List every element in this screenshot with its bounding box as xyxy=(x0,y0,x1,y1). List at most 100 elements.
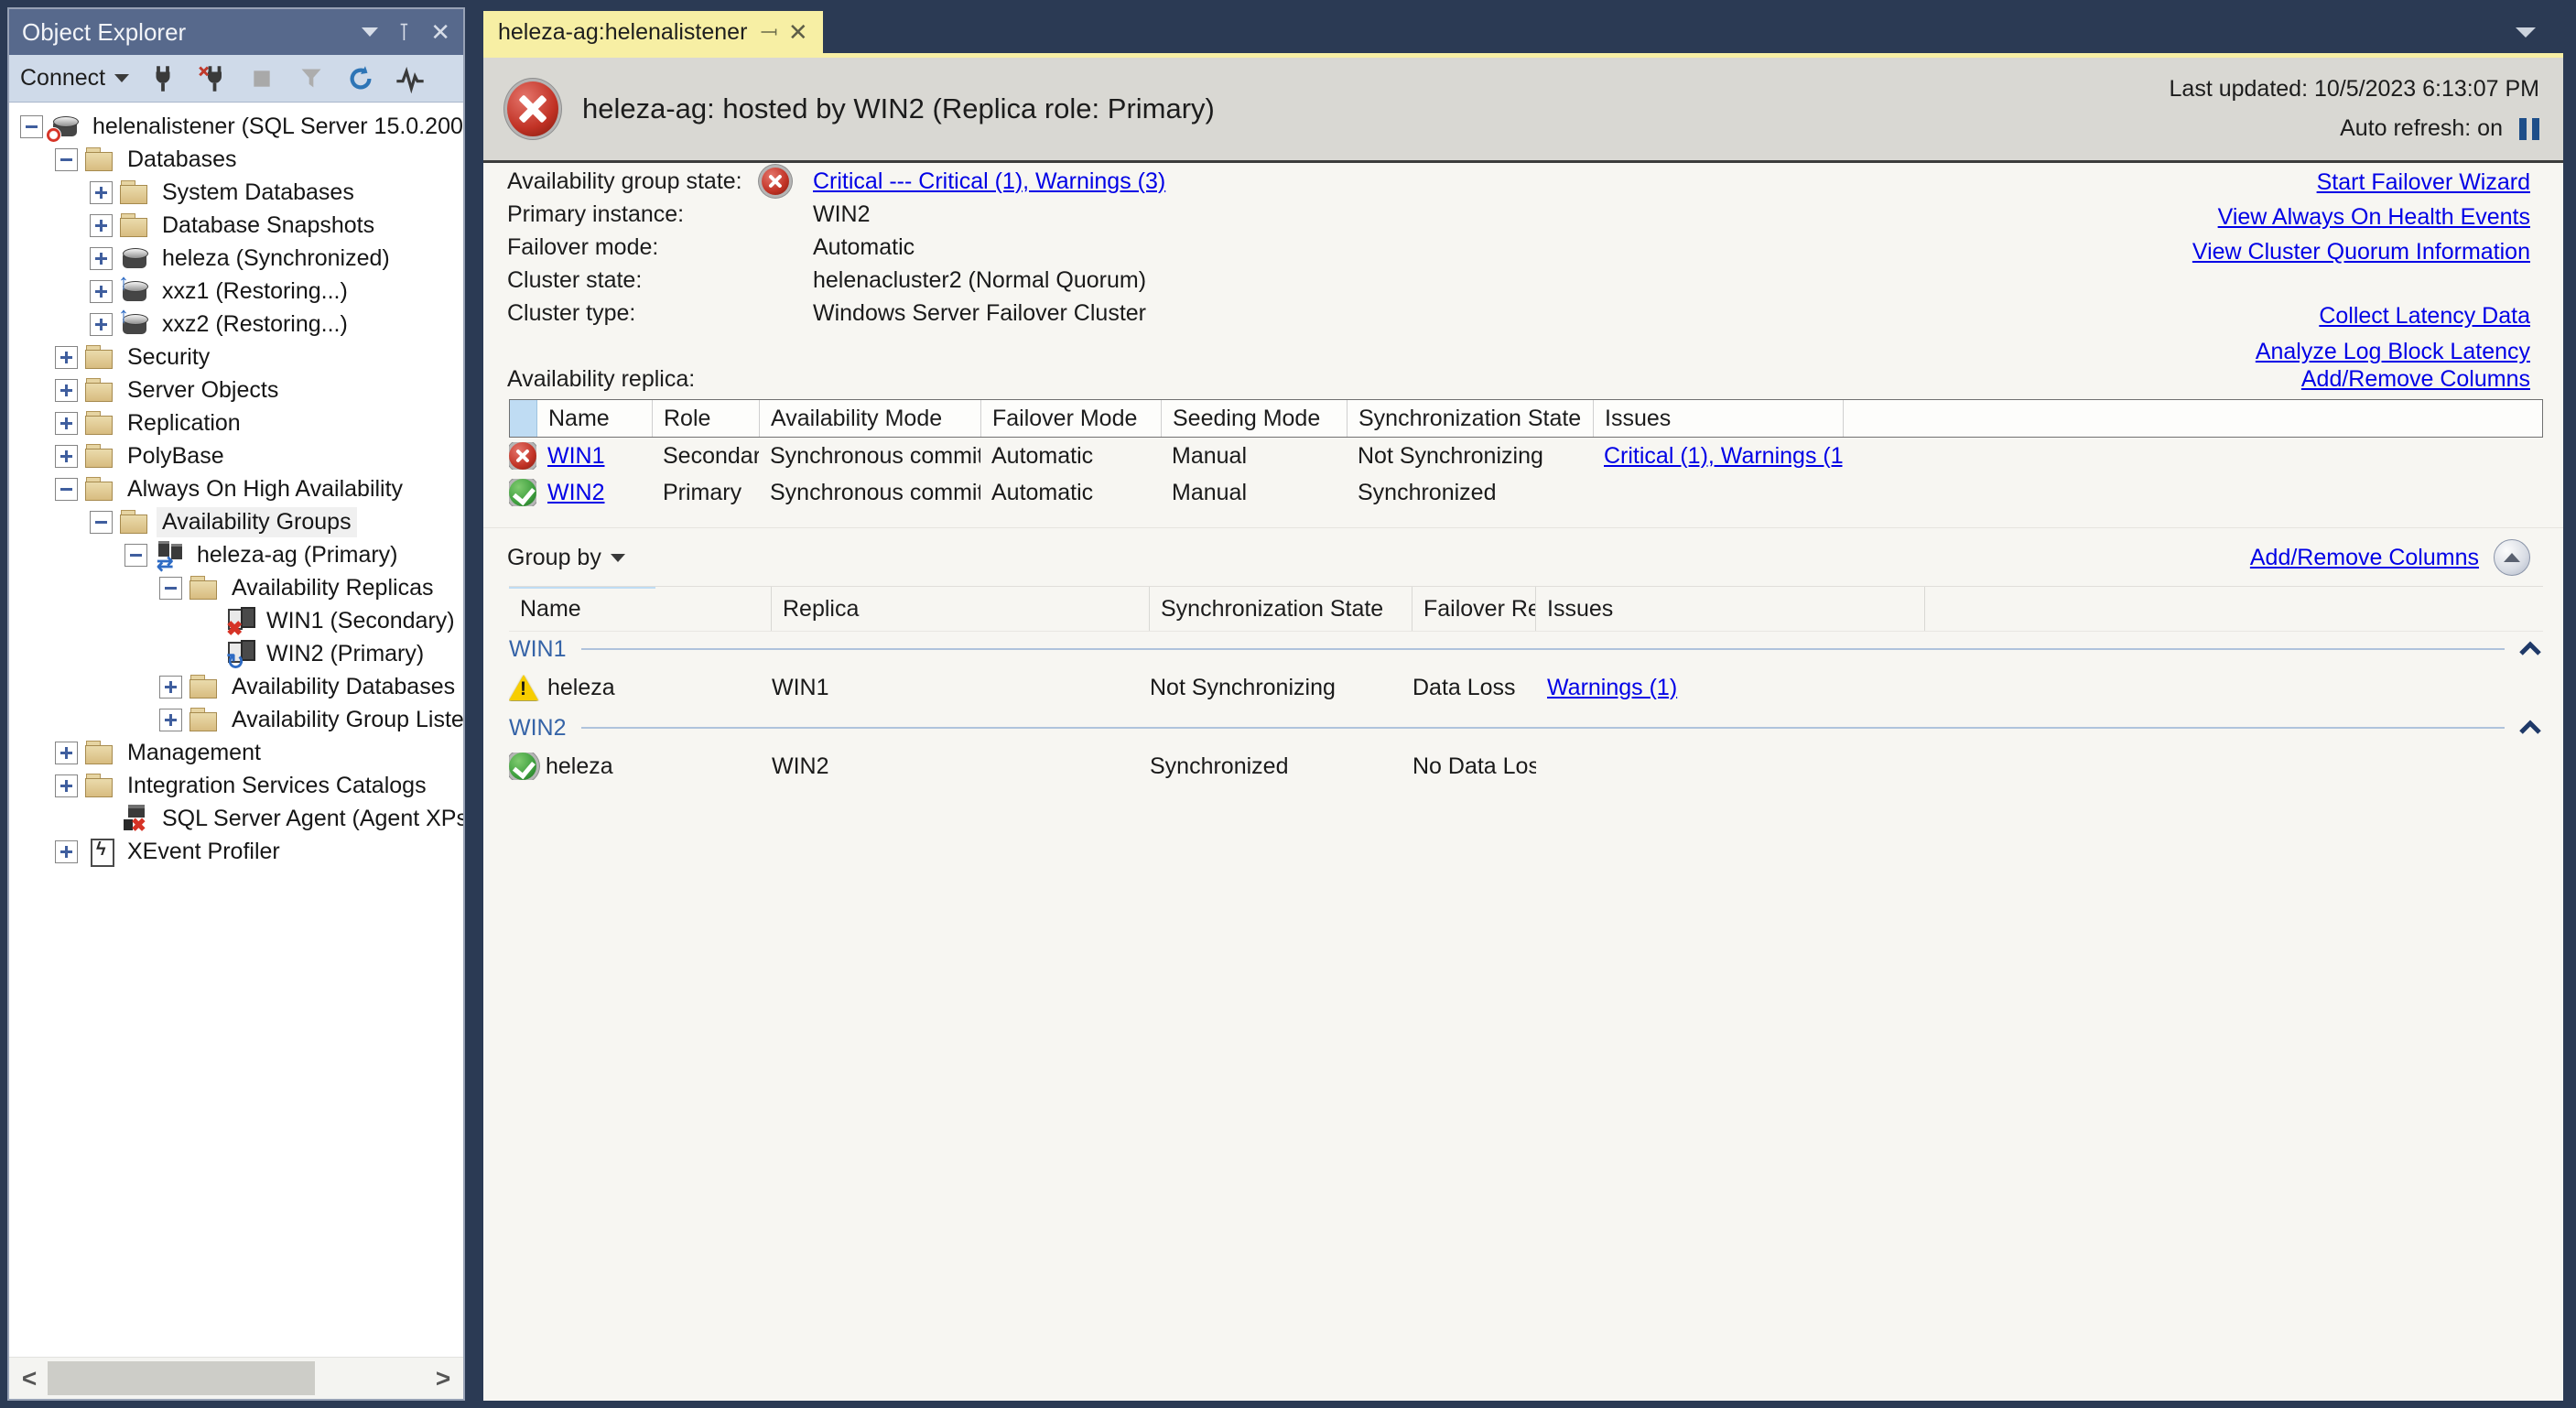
scrollbar-thumb[interactable] xyxy=(48,1361,315,1395)
column-header-issues[interactable]: Issues xyxy=(1536,587,1925,631)
collapse-icon[interactable] xyxy=(55,478,78,501)
heleza-win1-warnings-link[interactable]: Warnings (1) xyxy=(1547,675,1677,701)
group-header-win2[interactable]: WIN2 xyxy=(509,712,2543,743)
tree-item-availability-replicas[interactable]: Availability Replicas xyxy=(9,571,463,604)
tree-item-server[interactable]: helenalistener (SQL Server 15.0.2000.5 - xyxy=(9,110,463,143)
dashboard-document: heleza-ag:helenalistener ⊺ ✕ heleza-ag: … xyxy=(483,7,2563,1401)
collect-latency-data-link[interactable]: Collect Latency Data xyxy=(2319,303,2530,329)
table-row[interactable]: WIN2 Primary Synchronous commit Automati… xyxy=(509,474,2543,511)
view-health-events-link[interactable]: View Always On Health Events xyxy=(2218,204,2530,230)
ag-state-link[interactable]: Critical --- Critical (1), Warnings (3) xyxy=(813,168,1165,195)
filter-icon[interactable] xyxy=(296,63,327,94)
summary-row-failover-mode: Failover mode: Automatic xyxy=(507,231,1165,264)
expand-icon[interactable] xyxy=(159,676,182,699)
replica-win1-issues-link[interactable]: Critical (1), Warnings (1) xyxy=(1604,443,1843,470)
expand-icon[interactable] xyxy=(55,774,78,797)
expand-icon[interactable] xyxy=(55,379,78,402)
tree-item-availability-group-listeners[interactable]: Availability Group Listen xyxy=(9,703,463,736)
databases-table-header: Name Replica Synchronization State Failo… xyxy=(509,586,2543,632)
table-row[interactable]: WIN1 Secondary Synchronous commit Automa… xyxy=(509,438,2543,474)
tree-item-replication[interactable]: Replication xyxy=(9,406,463,439)
disconnect-plug-icon[interactable] xyxy=(197,63,228,94)
column-header-role[interactable]: Role xyxy=(653,400,760,437)
column-header-failover-readiness[interactable]: Failover Re... xyxy=(1412,587,1536,631)
refresh-icon[interactable] xyxy=(345,63,376,94)
add-remove-columns-link[interactable]: Add/Remove Columns xyxy=(2250,545,2479,571)
expand-icon[interactable] xyxy=(55,742,78,764)
tree-item-database-snapshots[interactable]: Database Snapshots xyxy=(9,209,463,242)
expand-icon[interactable] xyxy=(159,709,182,731)
expand-icon[interactable] xyxy=(55,412,78,435)
tree-item-management[interactable]: Management xyxy=(9,736,463,769)
expand-icon[interactable] xyxy=(55,445,78,468)
column-header-issues[interactable]: Issues xyxy=(1594,400,1844,437)
column-header-replica[interactable]: Replica xyxy=(772,587,1150,631)
replica-win1-link[interactable]: WIN1 xyxy=(547,443,605,470)
tree-item-heleza-db[interactable]: heleza (Synchronized) xyxy=(9,242,463,275)
stop-icon[interactable] xyxy=(246,63,277,94)
chevron-up-icon[interactable] xyxy=(2517,719,2543,737)
group-header-win1[interactable]: WIN1 xyxy=(509,634,2543,665)
collapse-icon[interactable] xyxy=(20,115,43,138)
expand-icon[interactable] xyxy=(90,313,113,336)
window-position-icon[interactable] xyxy=(362,27,378,37)
column-header-name[interactable]: Name xyxy=(537,400,653,437)
column-header-seeding-mode[interactable]: Seeding Mode xyxy=(1162,400,1348,437)
collapse-icon[interactable] xyxy=(124,544,147,567)
expand-icon[interactable] xyxy=(90,280,113,303)
tree-item-win2-replica[interactable]: ↻WIN2 (Primary) xyxy=(9,637,463,670)
tree-item-integration-services[interactable]: Integration Services Catalogs xyxy=(9,769,463,802)
pin-icon[interactable]: ⊺ xyxy=(398,20,411,44)
connect-plug-icon[interactable] xyxy=(147,63,179,94)
pause-icon[interactable] xyxy=(2519,118,2539,140)
close-icon[interactable]: ✕ xyxy=(788,20,808,44)
tree-item-server-objects[interactable]: Server Objects xyxy=(9,374,463,406)
tree-item-xevent-profiler[interactable]: ϟXEvent Profiler xyxy=(9,835,463,868)
tab-list-dropdown-icon[interactable] xyxy=(2516,27,2536,38)
column-header-availability-mode[interactable]: Availability Mode xyxy=(760,400,981,437)
tree-item-heleza-ag[interactable]: ⇄heleza-ag (Primary) xyxy=(9,538,463,571)
collapse-icon[interactable] xyxy=(159,577,182,600)
scroll-left-icon[interactable]: < xyxy=(9,1358,49,1399)
server-database-icon xyxy=(50,113,81,140)
tree-item-xxz2[interactable]: ↑xxz2 (Restoring...) xyxy=(9,308,463,341)
activity-monitor-icon[interactable] xyxy=(395,63,426,94)
collapse-section-button[interactable] xyxy=(2494,539,2530,576)
replica-win2-link[interactable]: WIN2 xyxy=(547,480,605,506)
view-cluster-quorum-link[interactable]: View Cluster Quorum Information xyxy=(2192,239,2530,265)
tree-item-system-databases[interactable]: System Databases xyxy=(9,176,463,209)
expand-icon[interactable] xyxy=(90,214,113,237)
pin-icon[interactable]: ⊺ xyxy=(757,27,779,38)
tree-item-availability-groups[interactable]: Availability Groups xyxy=(9,505,463,538)
collapse-icon[interactable] xyxy=(55,148,78,171)
expand-icon[interactable] xyxy=(55,840,78,863)
collapse-icon[interactable] xyxy=(90,511,113,534)
tree-item-security[interactable]: Security xyxy=(9,341,463,374)
analyze-log-block-latency-link[interactable]: Analyze Log Block Latency xyxy=(2256,339,2530,364)
group-by-button[interactable]: Group by xyxy=(507,545,625,571)
tree-item-sql-server-agent[interactable]: ✖SQL Server Agent (Agent XPs disabl xyxy=(9,802,463,835)
close-icon[interactable]: ✕ xyxy=(430,20,450,44)
status-column-header[interactable] xyxy=(510,400,537,437)
tree-item-xxz1[interactable]: ↑xxz1 (Restoring...) xyxy=(9,275,463,308)
expand-icon[interactable] xyxy=(55,346,78,369)
expand-icon[interactable] xyxy=(90,181,113,204)
column-header-name[interactable]: Name xyxy=(509,587,772,631)
add-remove-columns-link[interactable]: Add/Remove Columns xyxy=(2301,366,2530,392)
connect-button[interactable]: Connect xyxy=(20,65,129,92)
tree-item-databases[interactable]: Databases xyxy=(9,143,463,176)
table-row[interactable]: heleza WIN1 Not Synchronizing Data Loss … xyxy=(509,665,2543,710)
scroll-right-icon[interactable]: > xyxy=(423,1358,463,1399)
tree-item-alwayson[interactable]: Always On High Availability xyxy=(9,472,463,505)
tree-item-polybase[interactable]: PolyBase xyxy=(9,439,463,472)
tree-item-win1-replica[interactable]: ✖WIN1 (Secondary) xyxy=(9,604,463,637)
column-header-failover-mode[interactable]: Failover Mode xyxy=(981,400,1162,437)
expand-icon[interactable] xyxy=(90,247,113,270)
horizontal-scrollbar[interactable]: < > xyxy=(9,1357,463,1399)
table-row[interactable]: heleza WIN2 Synchronized No Data Loss xyxy=(509,743,2543,789)
start-failover-wizard-link[interactable]: Start Failover Wizard xyxy=(2317,169,2530,195)
column-header-synchronization-state[interactable]: Synchronization State xyxy=(1348,400,1594,437)
tab-heleza-ag[interactable]: heleza-ag:helenalistener ⊺ ✕ xyxy=(483,11,823,53)
chevron-up-icon[interactable] xyxy=(2517,640,2543,658)
column-header-synchronization-state[interactable]: Synchronization State xyxy=(1150,587,1412,631)
